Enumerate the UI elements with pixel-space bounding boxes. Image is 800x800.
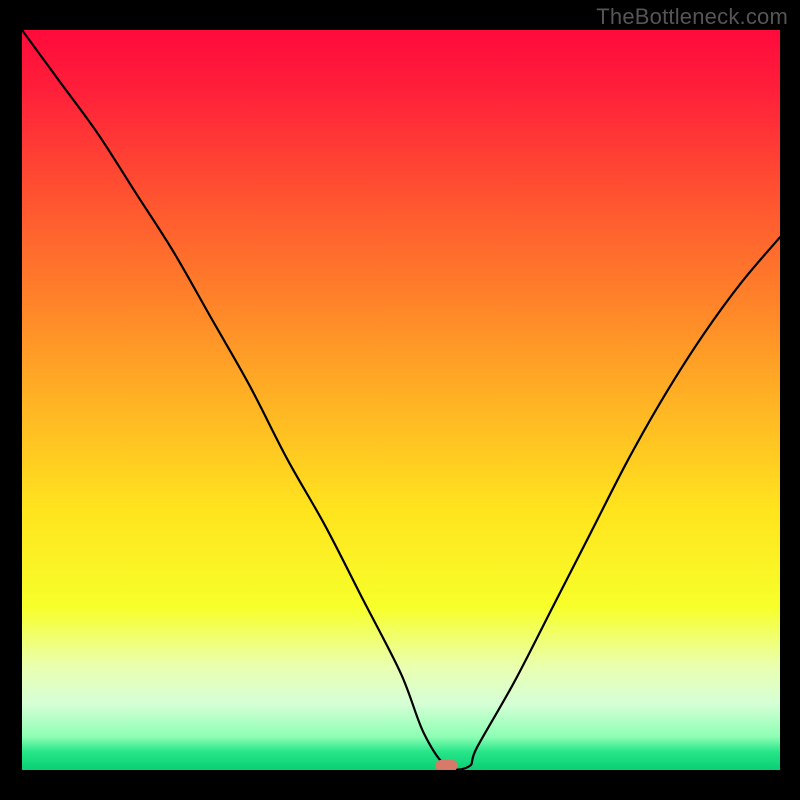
chart-frame: TheBottleneck.com xyxy=(0,0,800,800)
plot-area xyxy=(22,30,780,770)
minimum-marker xyxy=(435,760,457,770)
plot-svg xyxy=(22,30,780,770)
watermark-text: TheBottleneck.com xyxy=(596,4,788,30)
gradient-background xyxy=(22,30,780,770)
